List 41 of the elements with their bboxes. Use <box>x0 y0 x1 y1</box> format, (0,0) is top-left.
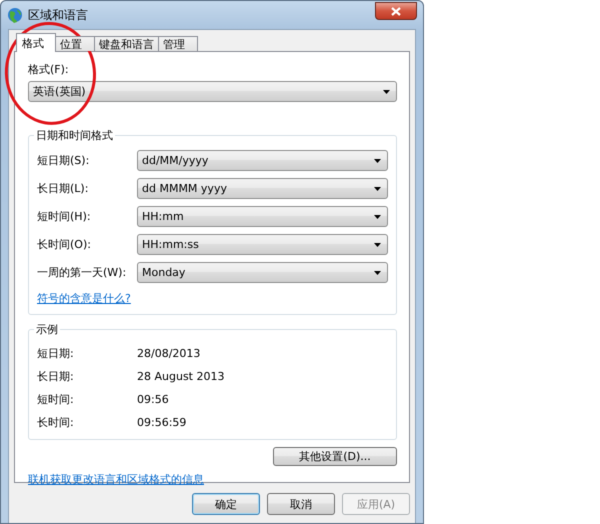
dropdown[interactable]: HH:mm <box>137 206 388 227</box>
online-info-link[interactable]: 联机获取更改语言和区域格式的信息 <box>28 472 204 487</box>
group-title: 示例 <box>34 322 60 337</box>
tab[interactable]: 格式 <box>16 33 56 52</box>
close-icon <box>391 6 401 16</box>
example-label: 短日期: <box>37 346 75 361</box>
field-label: 短时间(H): <box>37 209 92 224</box>
dropdown-arrow-icon <box>374 158 381 162</box>
example-value: 09:56:59 <box>137 416 188 429</box>
tab[interactable]: 键盘和语言 <box>94 36 159 51</box>
dropdown-arrow-icon <box>374 214 381 218</box>
dropdown[interactable]: 英语(英国) <box>28 81 397 102</box>
example-label: 短时间: <box>37 392 75 407</box>
dropdown-arrow-icon <box>374 270 381 274</box>
field-label: 长日期(L): <box>37 181 90 196</box>
dropdown[interactable]: dd/MM/yyyy <box>137 150 388 171</box>
example-label: 长时间: <box>37 415 75 430</box>
example-value: 09:56 <box>137 393 170 406</box>
field-label: 一周的第一天(W): <box>37 265 128 280</box>
window-title: 区域和语言 <box>28 6 88 24</box>
close-button[interactable] <box>375 2 417 20</box>
tab[interactable]: 位置 <box>55 36 95 51</box>
example-label: 长日期: <box>37 369 75 384</box>
example-value: 28/08/2013 <box>137 347 202 360</box>
field-label: 格式(F): <box>28 62 70 77</box>
dropdown[interactable]: Monday <box>137 262 388 283</box>
dialog-button[interactable]: 确定 <box>192 493 260 515</box>
tab[interactable]: 管理 <box>158 36 198 51</box>
dropdown-arrow-icon <box>374 186 381 190</box>
example-value: 28 August 2013 <box>137 370 226 383</box>
additional-settings-button[interactable]: 其他设置(D)... <box>273 447 397 466</box>
dialog-button[interactable]: 取消 <box>267 493 335 515</box>
dropdown-arrow-icon <box>383 90 390 94</box>
dropdown-arrow-icon <box>374 242 381 246</box>
field-label: 短日期(S): <box>37 153 90 168</box>
field-label: 长时间(O): <box>37 237 92 252</box>
dropdown[interactable]: HH:mm:ss <box>137 234 388 255</box>
group-title: 日期和时间格式 <box>34 128 115 143</box>
help-link[interactable]: 符号的含意是什么? <box>37 291 131 306</box>
globe-icon <box>7 7 23 23</box>
dropdown[interactable]: dd MMMM yyyy <box>137 178 388 199</box>
